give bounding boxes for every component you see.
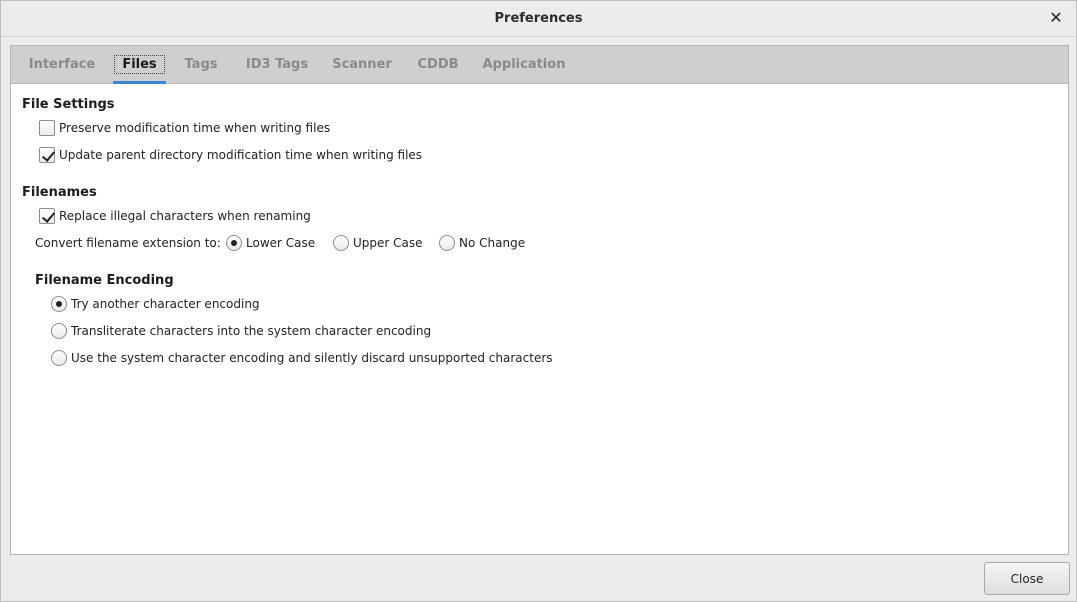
radio-try-another-encoding[interactable]: Try another character encoding bbox=[51, 296, 260, 312]
checkbox-box bbox=[39, 147, 55, 163]
radio-label: Transliterate characters into the system… bbox=[71, 324, 432, 338]
tab-label: Scanner bbox=[332, 57, 392, 72]
preferences-window: Preferences ✕ Interface Files Tags ID3 T… bbox=[0, 0, 1077, 602]
close-button[interactable]: Close bbox=[984, 562, 1070, 595]
checkbox-box bbox=[39, 120, 55, 136]
radio-label: Use the system character encoding and si… bbox=[71, 351, 553, 365]
tab-label: Application bbox=[482, 57, 566, 72]
update-parent-mtime-checkbox[interactable]: Update parent directory modification tim… bbox=[39, 147, 422, 163]
radio-transliterate[interactable]: Transliterate characters into the system… bbox=[51, 323, 431, 339]
tab-label: CDDB bbox=[417, 57, 459, 72]
tab-label: Interface bbox=[28, 57, 96, 72]
checkbox-label: Preserve modification time when writing … bbox=[59, 121, 331, 135]
radio-label: No Change bbox=[459, 236, 526, 250]
title-bar: Preferences ✕ bbox=[1, 1, 1076, 37]
radio-label: Lower Case bbox=[246, 236, 316, 250]
filename-encoding-heading: Filename Encoding bbox=[35, 273, 174, 288]
close-icon[interactable]: ✕ bbox=[1048, 10, 1064, 26]
replace-illegal-checkbox[interactable]: Replace illegal characters when renaming bbox=[39, 208, 311, 224]
tab-cddb[interactable]: CDDB bbox=[413, 46, 463, 84]
radio-circle bbox=[51, 350, 67, 366]
checkbox-label: Update parent directory modification tim… bbox=[59, 148, 423, 162]
preserve-mtime-checkbox[interactable]: Preserve modification time when writing … bbox=[39, 120, 330, 136]
tab-tags[interactable]: Tags bbox=[177, 46, 225, 84]
tab-interface[interactable]: Interface bbox=[21, 46, 103, 84]
tab-files[interactable]: Files bbox=[113, 46, 166, 84]
radio-label: Try another character encoding bbox=[71, 297, 260, 311]
checkbox-label: Replace illegal characters when renaming bbox=[59, 209, 311, 223]
tab-label: Files bbox=[114, 55, 165, 74]
tab-id3-tags[interactable]: ID3 Tags bbox=[241, 46, 313, 84]
radio-discard-unsupported[interactable]: Use the system character encoding and si… bbox=[51, 350, 553, 366]
radio-circle bbox=[226, 235, 242, 251]
window-title: Preferences bbox=[494, 11, 583, 26]
radio-circle bbox=[51, 296, 67, 312]
tab-label: Tags bbox=[184, 57, 218, 72]
extension-label: Convert filename extension to: bbox=[35, 236, 221, 250]
tab-scanner[interactable]: Scanner bbox=[328, 46, 396, 84]
filenames-heading: Filenames bbox=[22, 185, 97, 200]
tab-application[interactable]: Application bbox=[479, 46, 569, 84]
file-settings-heading: File Settings bbox=[22, 97, 115, 112]
radio-upper-case[interactable]: Upper Case bbox=[333, 235, 423, 251]
tab-bar: Interface Files Tags ID3 Tags Scanner CD… bbox=[11, 46, 1068, 84]
radio-label: Upper Case bbox=[353, 236, 423, 250]
radio-lower-case[interactable]: Lower Case bbox=[226, 235, 315, 251]
checkbox-box bbox=[39, 208, 55, 224]
radio-no-change[interactable]: No Change bbox=[439, 235, 525, 251]
tab-label: ID3 Tags bbox=[245, 57, 309, 72]
radio-circle bbox=[439, 235, 455, 251]
radio-circle bbox=[333, 235, 349, 251]
radio-circle bbox=[51, 323, 67, 339]
